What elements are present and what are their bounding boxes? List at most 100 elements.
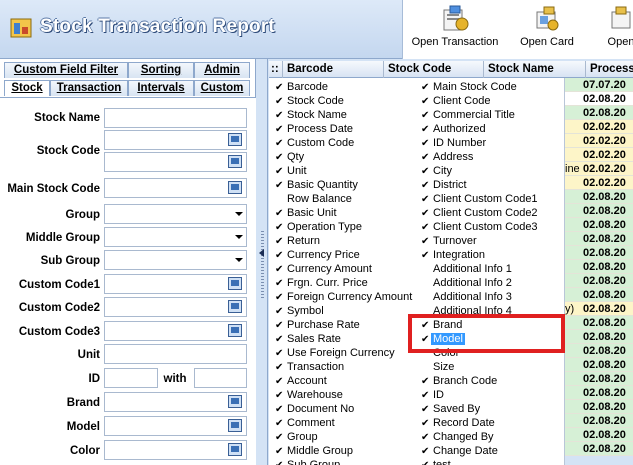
checkmark-icon[interactable]: ✔ xyxy=(421,95,433,109)
checkmark-icon[interactable]: ✔ xyxy=(275,417,287,431)
checkmark-icon[interactable]: ✔ xyxy=(421,417,433,431)
column-option[interactable]: ✔ Warehouse xyxy=(275,388,343,402)
checkmark-icon[interactable]: ✔ xyxy=(275,137,287,151)
lookup-icon[interactable] xyxy=(228,277,242,290)
checkmark-icon[interactable]: ✔ xyxy=(275,375,287,389)
table-row[interactable]: 02.08.20 xyxy=(565,442,633,456)
column-option[interactable]: ✔ Symbol xyxy=(275,304,324,318)
checkmark-icon[interactable]: ✔ xyxy=(275,123,287,137)
sub-group-select[interactable] xyxy=(104,250,247,270)
collapse-left-icon[interactable] xyxy=(259,249,264,257)
tab-custom-field-filter[interactable]: Custom Field Filter xyxy=(4,62,128,78)
checkmark-icon[interactable]: ✔ xyxy=(421,445,433,459)
tab-admin[interactable]: Admin xyxy=(194,62,250,78)
checkmark-icon[interactable]: ✔ xyxy=(421,235,433,249)
checkmark-icon[interactable]: ✔ xyxy=(421,151,433,165)
table-row[interactable]: y) 02.08.20 xyxy=(565,302,633,316)
table-row[interactable]: 02.08.20 xyxy=(565,246,633,260)
checkmark-icon[interactable]: ✔ xyxy=(421,389,433,403)
column-option[interactable]: Size xyxy=(421,360,454,374)
column-option[interactable]: ✔ Sales Rate xyxy=(275,332,341,346)
table-row[interactable]: 02.08.20 xyxy=(565,218,633,232)
main-stock-code-input[interactable] xyxy=(104,178,247,198)
checkmark-icon[interactable]: ✔ xyxy=(421,109,433,123)
checkmark-icon[interactable]: ✔ xyxy=(275,249,287,263)
checkmark-icon[interactable]: ✔ xyxy=(421,403,433,417)
tab-intervals[interactable]: Intervals xyxy=(128,80,194,96)
column-option[interactable]: ✔ Unit xyxy=(275,164,307,178)
column-option[interactable]: Additional Info 1 xyxy=(421,262,512,276)
lookup-icon[interactable] xyxy=(228,155,242,168)
lookup-icon[interactable] xyxy=(228,395,242,408)
column-option[interactable]: ✔ Frgn. Curr. Price xyxy=(275,276,368,290)
tab-stock[interactable]: Stock xyxy=(4,80,50,96)
table-row[interactable]: 02.08.20 xyxy=(565,344,633,358)
table-row[interactable]: 02.08.20 xyxy=(565,190,633,204)
table-row[interactable]: 02.08.20 xyxy=(565,358,633,372)
model-input[interactable] xyxy=(104,416,247,436)
table-row[interactable]: 02.08.20 xyxy=(565,92,633,106)
checkmark-icon[interactable]: ✔ xyxy=(275,235,287,249)
stock-code-from-input[interactable] xyxy=(104,130,247,150)
open-transaction-button[interactable]: Open Transaction xyxy=(411,4,499,56)
checkmark-icon[interactable]: ✔ xyxy=(275,263,287,277)
column-option[interactable]: ✔ Turnover xyxy=(421,234,477,248)
checkmark-icon[interactable]: ✔ xyxy=(275,305,287,319)
table-row[interactable]: 02.08.20 xyxy=(565,260,633,274)
tab-sorting[interactable]: Sorting xyxy=(128,62,194,78)
lookup-icon[interactable] xyxy=(228,443,242,456)
custom-code1-input[interactable] xyxy=(104,274,247,294)
column-option[interactable]: ✔ Basic Unit xyxy=(275,206,337,220)
color-input[interactable] xyxy=(104,440,247,460)
column-option[interactable]: Row Balance xyxy=(275,192,352,206)
table-row[interactable]: 02.08.20 xyxy=(565,274,633,288)
column-option[interactable]: ✔ Currency Price xyxy=(275,248,360,262)
table-row[interactable]: 02.08.20 xyxy=(565,428,633,442)
lookup-icon[interactable] xyxy=(228,300,242,313)
checkmark-icon[interactable]: ✔ xyxy=(421,165,433,179)
table-row[interactable]: 02.02.20 xyxy=(565,120,633,134)
checkmark-icon[interactable]: ✔ xyxy=(275,431,287,445)
checkmark-icon[interactable]: ✔ xyxy=(275,109,287,123)
column-option[interactable]: ✔ Basic Quantity xyxy=(275,178,358,192)
column-option[interactable]: ✔ Saved By xyxy=(421,402,480,416)
column-option[interactable]: ✔ Authorized xyxy=(421,122,486,136)
column-header-barcode[interactable]: Barcode xyxy=(283,61,384,78)
column-option[interactable]: ✔ Group xyxy=(275,430,318,444)
column-option[interactable]: ✔ Foreign Currency Amount xyxy=(275,290,412,304)
column-option[interactable]: ✔ Custom Code xyxy=(275,136,354,150)
id-from-input[interactable] xyxy=(104,368,158,388)
column-option[interactable]: ✔ Integration xyxy=(421,248,485,262)
column-option[interactable]: ✔ Return xyxy=(275,234,320,248)
column-option[interactable]: ✔ Qty xyxy=(275,150,304,164)
table-row[interactable]: 02.08.20 xyxy=(565,204,633,218)
group-select[interactable] xyxy=(104,204,247,224)
lookup-icon[interactable] xyxy=(228,133,242,146)
table-row[interactable]: 02.08.20 xyxy=(565,386,633,400)
column-option[interactable]: Additional Info 2 xyxy=(421,276,512,290)
checkmark-icon[interactable]: ✔ xyxy=(421,431,433,445)
table-row[interactable]: 02.08.20 xyxy=(565,330,633,344)
checkmark-icon[interactable]: ✔ xyxy=(275,179,287,193)
table-row[interactable]: 02.02.20 xyxy=(565,176,633,190)
open-button[interactable]: Open xyxy=(601,4,633,56)
column-option[interactable]: ✔ Client Custom Code1 xyxy=(421,192,538,206)
checkmark-icon[interactable]: ✔ xyxy=(275,389,287,403)
column-option[interactable]: ✔ Middle Group xyxy=(275,444,353,458)
column-option[interactable]: ✔Sub Group xyxy=(275,458,340,465)
id-to-input[interactable] xyxy=(194,368,247,388)
table-row[interactable]: 02.08.20 xyxy=(565,232,633,246)
checkmark-icon[interactable]: ✔ xyxy=(421,459,433,465)
table-row[interactable]: 02.08.20 xyxy=(565,106,633,120)
brand-input[interactable] xyxy=(104,392,247,412)
checkmark-icon[interactable]: ✔ xyxy=(421,221,433,235)
checkmark-icon[interactable]: ✔ xyxy=(275,403,287,417)
column-option[interactable]: ✔ Client Code xyxy=(421,94,490,108)
checkmark-icon[interactable]: ✔ xyxy=(275,165,287,179)
column-option[interactable]: ✔test xyxy=(421,458,451,465)
column-option[interactable]: ✔ Address xyxy=(421,150,473,164)
panel-splitter[interactable] xyxy=(257,59,268,465)
column-option[interactable]: ✔ Changed By xyxy=(421,430,494,444)
column-option[interactable]: ✔ Record Date xyxy=(421,416,495,430)
column-option[interactable]: ✔ Change Date xyxy=(421,444,498,458)
